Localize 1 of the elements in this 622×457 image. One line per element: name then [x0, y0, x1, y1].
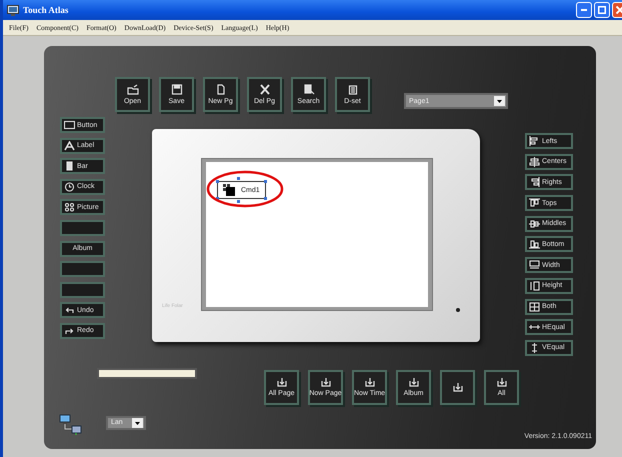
window-title: Touch Atlas [23, 5, 68, 15]
